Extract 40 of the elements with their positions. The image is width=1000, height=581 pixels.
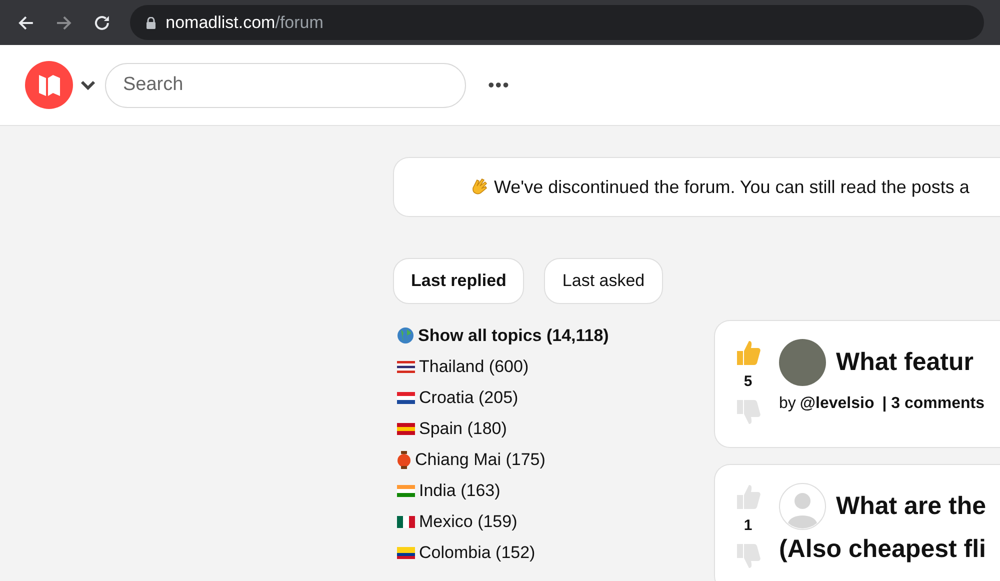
avatar-photo-placeholder: [779, 339, 826, 386]
lantern-icon: [397, 450, 411, 468]
comments-link[interactable]: | 3 comments: [882, 392, 985, 416]
thumbs-down-icon[interactable]: [735, 398, 761, 426]
lock-icon: [146, 16, 156, 28]
post-title[interactable]: What featur: [836, 339, 974, 381]
sort-tab[interactable]: Last replied: [393, 258, 524, 304]
more-button[interactable]: •••: [488, 72, 510, 98]
topic-link[interactable]: Spain (180): [419, 416, 507, 442]
flag-icon: [397, 546, 415, 558]
logo-icon[interactable]: [25, 61, 73, 109]
search-field[interactable]: Search: [105, 62, 466, 108]
topic-link[interactable]: Mexico (159): [419, 508, 518, 534]
flag-icon: [397, 392, 415, 404]
flag-icon: [397, 360, 415, 372]
chevron-down-icon[interactable]: [80, 80, 96, 90]
byline-label: by: [779, 394, 796, 414]
thumbs-up-icon[interactable]: [735, 339, 761, 367]
flag-icon: [397, 422, 415, 434]
post-title[interactable]: What are the: [836, 483, 986, 525]
flag-icon: [397, 484, 415, 496]
topic-link[interactable]: Colombia (152): [419, 540, 536, 566]
address-bar[interactable]: nomadlist.com/forum: [130, 5, 984, 40]
flag-icon: [397, 516, 415, 528]
sort-tab[interactable]: Last asked: [544, 258, 663, 304]
vote-count: 1: [744, 516, 752, 536]
post-title[interactable]: (Also cheapest fli: [779, 530, 986, 568]
avatar-icon: [779, 483, 826, 530]
notice-text: We've discontinued the forum. You can still read the posts a: [494, 176, 970, 199]
author-link[interactable]: @levelsio: [800, 392, 874, 416]
vote-count: 5: [744, 372, 752, 392]
topic-link[interactable]: Show all topics (14,118): [418, 322, 609, 348]
topic-link[interactable]: Thailand (600): [419, 354, 529, 380]
thumbs-down-icon[interactable]: [735, 542, 761, 570]
url-text: nomadlist.com/forum: [166, 12, 324, 34]
topic-link[interactable]: India (163): [419, 478, 500, 504]
topic-link[interactable]: Chiang Mai (175): [415, 446, 546, 472]
globe-icon: [397, 327, 414, 344]
thumbs-up-icon[interactable]: [735, 483, 761, 511]
topic-link[interactable]: Croatia (205): [419, 384, 518, 410]
